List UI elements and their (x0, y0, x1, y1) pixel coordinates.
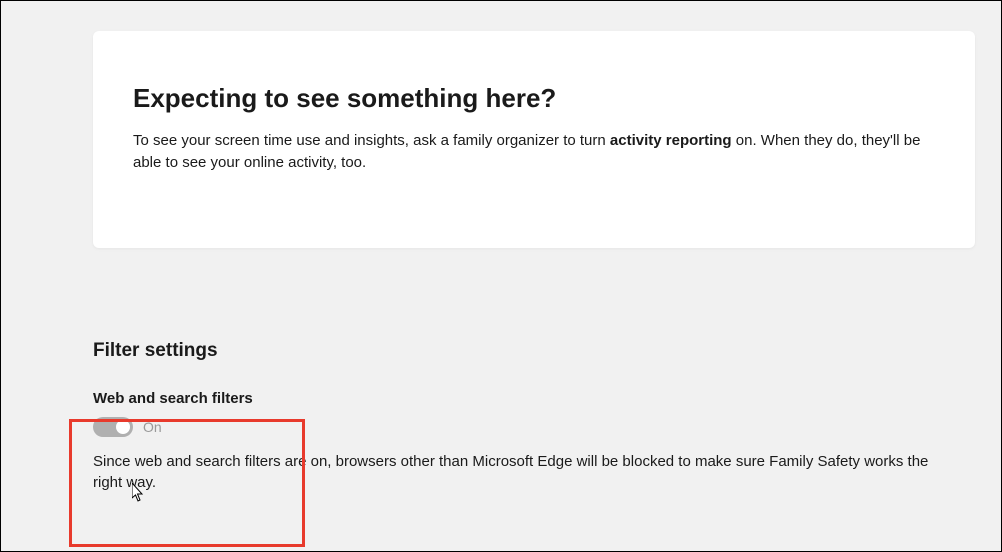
filter-settings-section: Filter settings Web and search filters O… (93, 340, 1001, 495)
toggle-state-label: On (143, 419, 162, 435)
web-search-filters-desc: Since web and search filters are on, bro… (93, 451, 953, 495)
web-search-filters-block: Web and search filters On Since web and … (93, 390, 961, 495)
filter-settings-title: Filter settings (93, 340, 961, 362)
toggle-knob (116, 420, 130, 434)
web-search-filters-title: Web and search filters (93, 390, 961, 407)
card-title: Expecting to see something here? (133, 83, 935, 114)
card-description: To see your screen time use and insights… (133, 130, 935, 174)
toggle-row: On (93, 417, 961, 437)
card-desc-bold: activity reporting (610, 132, 732, 149)
web-search-toggle[interactable] (93, 417, 133, 437)
info-card: Expecting to see something here? To see … (93, 31, 975, 248)
card-desc-before: To see your screen time use and insights… (133, 132, 610, 149)
